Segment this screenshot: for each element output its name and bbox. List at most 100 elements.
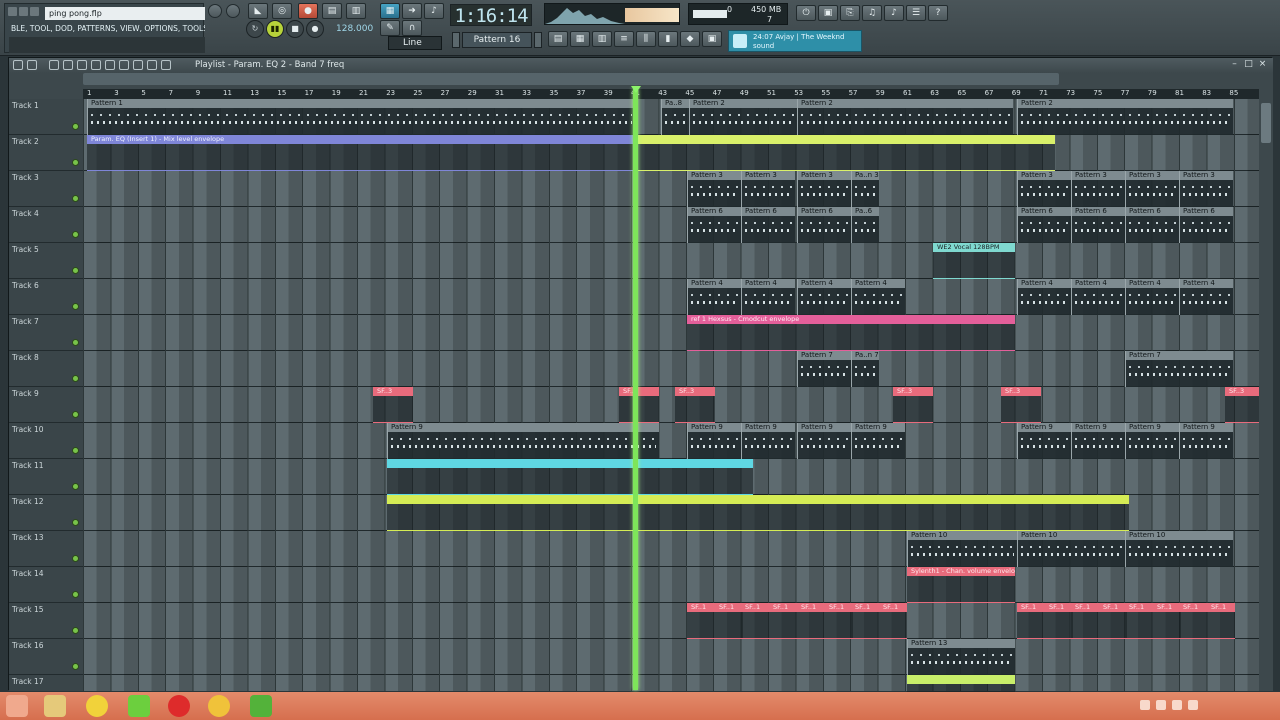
track-mute-led[interactable]: [72, 195, 79, 202]
step-icon[interactable]: ▤: [322, 3, 342, 19]
automation-clip[interactable]: SF..1: [1125, 603, 1153, 639]
horizontal-scrollbar[interactable]: [83, 73, 1059, 85]
track-header[interactable]: Track 14: [9, 567, 83, 603]
draw-icon[interactable]: [49, 60, 59, 70]
automation-clip[interactable]: SF..1: [715, 603, 743, 639]
pattern-clip[interactable]: Pattern 1: [87, 99, 635, 135]
pattern-clip[interactable]: Pattern 10: [1125, 531, 1233, 567]
track-header[interactable]: Track 10: [9, 423, 83, 459]
speaker-icon[interactable]: ♪: [884, 5, 904, 21]
pattern-clip[interactable]: Pattern 9: [797, 423, 851, 459]
track-header[interactable]: Track 4: [9, 207, 83, 243]
opera-icon[interactable]: [168, 695, 190, 717]
pattern-clip[interactable]: Pattern 6: [1179, 207, 1233, 243]
automation-clip[interactable]: SF..1: [687, 603, 715, 639]
stop-icon[interactable]: ■: [286, 20, 304, 38]
automation-clip[interactable]: WE2 Vocal 128BPM: [933, 243, 1015, 279]
close-icon[interactable]: ×: [1257, 59, 1268, 70]
automation-clip[interactable]: SF..1: [1153, 603, 1181, 639]
track-header[interactable]: Track 13: [9, 531, 83, 567]
automation-clip[interactable]: SF..1: [797, 603, 825, 639]
automation-clip[interactable]: ref 1 Hexsus - Cmodcut envelope: [687, 315, 1015, 351]
play-icon[interactable]: ▮▮: [266, 20, 284, 38]
pattern-clip[interactable]: Pattern 3: [1017, 171, 1071, 207]
track-mute-led[interactable]: [72, 483, 79, 490]
automation-clip[interactable]: SF..1: [1207, 603, 1235, 639]
snap-icon[interactable]: [27, 60, 37, 70]
close-icon[interactable]: [30, 7, 39, 16]
track-mute-led[interactable]: [72, 339, 79, 346]
render-icon[interactable]: ⎘: [840, 5, 860, 21]
track-header[interactable]: Track 3: [9, 171, 83, 207]
pattern-selector[interactable]: Pattern 16: [462, 32, 532, 48]
pattern-clip[interactable]: Pattern 3: [1071, 171, 1125, 207]
pattern-clip[interactable]: Pattern 4: [797, 279, 851, 315]
pattern-song-icon[interactable]: ◣: [248, 3, 268, 19]
track-header[interactable]: Track 2: [9, 135, 83, 171]
pattern-clip[interactable]: Pa..n 3: [851, 171, 879, 207]
slip-icon[interactable]: [105, 60, 115, 70]
pattern-clip[interactable]: Pattern 9: [741, 423, 795, 459]
plugin-picker-icon[interactable]: ◆: [680, 31, 700, 47]
project-icon[interactable]: ▣: [702, 31, 722, 47]
channel-rack-icon[interactable]: ▮: [658, 31, 678, 47]
pattern-clip[interactable]: Pattern 9: [687, 423, 741, 459]
master-pitch-knob[interactable]: [226, 4, 240, 18]
pattern-clip[interactable]: Pattern 3: [797, 171, 851, 207]
blend-notes-icon[interactable]: ▥: [346, 3, 366, 19]
pattern-clip[interactable]: Pattern 9: [851, 423, 905, 459]
pattern-clip[interactable]: Pattern 4: [1179, 279, 1233, 315]
track-mute-led[interactable]: [72, 411, 79, 418]
camtasia-icon[interactable]: [128, 695, 150, 717]
piano-roll-icon[interactable]: ▥: [592, 31, 612, 47]
pattern-next-button[interactable]: [534, 32, 542, 48]
track-header[interactable]: Track 9: [9, 387, 83, 423]
pattern-clip[interactable]: Pattern 10: [907, 531, 1017, 567]
metronome-icon[interactable]: ◎: [272, 3, 292, 19]
start-icon[interactable]: [6, 695, 28, 717]
fl-studio-icon[interactable]: [86, 695, 108, 717]
minimize-icon[interactable]: [8, 7, 17, 16]
pattern-clip[interactable]: Pattern 4: [1125, 279, 1179, 315]
automation-clip[interactable]: SF..1: [1071, 603, 1099, 639]
pattern-clip[interactable]: Pattern 3: [1179, 171, 1233, 207]
chat-icon[interactable]: ☰: [906, 5, 926, 21]
pattern-clip[interactable]: Pattern 4: [687, 279, 741, 315]
track-mute-led[interactable]: [72, 663, 79, 670]
track-header[interactable]: Track 5: [9, 243, 83, 279]
track-mute-led[interactable]: [72, 519, 79, 526]
pattern-clip[interactable]: Pattern 3: [687, 171, 741, 207]
automation-clip[interactable]: SF..1: [741, 603, 769, 639]
track-header[interactable]: Track 11: [9, 459, 83, 495]
pattern-clip[interactable]: Pattern 9: [1017, 423, 1071, 459]
pattern-clip[interactable]: Pattern 4: [741, 279, 795, 315]
pattern-clip[interactable]: Pattern 6: [687, 207, 741, 243]
track-mute-led[interactable]: [72, 627, 79, 634]
pattern-clip[interactable]: Pattern 6: [741, 207, 795, 243]
playhead[interactable]: [633, 88, 638, 690]
vertical-scrollbar[interactable]: [1259, 73, 1273, 691]
mixer-icon[interactable]: ⫼: [636, 31, 656, 47]
minimize-icon[interactable]: –: [1229, 59, 1240, 70]
track-header[interactable]: Track 7: [9, 315, 83, 351]
pencil-icon[interactable]: ✎: [380, 20, 400, 36]
playlist-menu-icon[interactable]: [13, 60, 23, 70]
track-header[interactable]: Track 1: [9, 99, 83, 135]
pattern-clip[interactable]: Pattern 2: [1017, 99, 1233, 135]
play-clip-icon[interactable]: [161, 60, 171, 70]
paint-icon[interactable]: [63, 60, 73, 70]
record-mode-icon[interactable]: ●: [298, 3, 318, 19]
track-header[interactable]: Track 15: [9, 603, 83, 639]
pattern-clip[interactable]: Pa..6: [851, 207, 879, 243]
pattern-clip[interactable]: Pattern 13: [907, 639, 1015, 675]
pattern-mode-icon[interactable]: ▦: [380, 3, 400, 19]
pattern-clip[interactable]: Pattern 6: [1071, 207, 1125, 243]
record-icon[interactable]: ●: [306, 20, 324, 38]
automation-clip[interactable]: SF..1: [1045, 603, 1073, 639]
automation-clip[interactable]: SF..1: [1017, 603, 1045, 639]
tempo-display[interactable]: 128.000: [336, 22, 373, 36]
track-header[interactable]: Track 6: [9, 279, 83, 315]
automation-clip[interactable]: [387, 495, 1129, 531]
pattern-clip[interactable]: Pattern 2: [797, 99, 1013, 135]
pattern-clip[interactable]: Pattern 9: [1179, 423, 1233, 459]
